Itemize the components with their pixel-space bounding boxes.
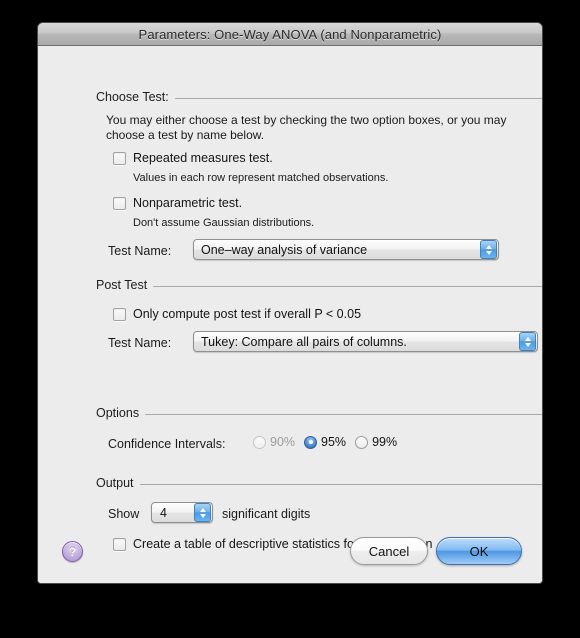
radio-90 xyxy=(253,435,266,449)
only-compute-post-test-checkbox[interactable] xyxy=(113,307,126,321)
dialog-footer: ? Cancel OK xyxy=(38,533,542,583)
confidence-intervals-radio-group[interactable]: 90% 95% 99% xyxy=(253,435,406,449)
repeated-measures-checkbox[interactable] xyxy=(113,151,126,165)
parameters-dialog-window: Parameters: One-Way ANOVA (and Nonparame… xyxy=(37,22,543,584)
cancel-button[interactable]: Cancel xyxy=(350,537,428,565)
dialog-content: Choose Test: You may either choose a tes… xyxy=(38,46,542,583)
repeated-measures-checkbox-row[interactable]: Repeated measures test. xyxy=(113,151,273,165)
repeated-measures-note: Values in each row represent matched obs… xyxy=(133,172,389,184)
radio-95[interactable] xyxy=(304,435,318,449)
significant-digits-stepper[interactable]: 4 xyxy=(151,502,213,523)
significant-digits-suffix: significant digits xyxy=(222,507,311,521)
post-test-divider xyxy=(153,285,542,287)
radio-99[interactable] xyxy=(355,435,369,449)
options-divider xyxy=(145,413,542,415)
show-digits-label: Show xyxy=(108,507,140,521)
choose-test-description: You may either choose a test by checking… xyxy=(106,113,507,142)
output-group-header: Output xyxy=(96,476,542,490)
confidence-intervals-label: Confidence Intervals: xyxy=(108,437,226,451)
post-test-name-value: Tukey: Compare all pairs of columns. xyxy=(201,334,407,349)
options-group-header: Options xyxy=(96,406,542,420)
nonparametric-note: Don't assume Gaussian distributions. xyxy=(133,217,315,229)
post-test-group-title: Post Test xyxy=(96,278,148,292)
confidence-interval-option-99[interactable]: 99% xyxy=(355,435,397,449)
choose-test-name-dropdown[interactable]: One–way analysis of variance xyxy=(193,239,499,260)
choose-test-divider xyxy=(174,97,542,99)
only-compute-post-test-checkbox-row[interactable]: Only compute post test if overall P < 0.… xyxy=(113,307,361,321)
only-compute-post-test-label: Only compute post test if overall P < 0.… xyxy=(133,307,362,321)
post-test-name-dropdown[interactable]: Tukey: Compare all pairs of columns. xyxy=(193,331,538,352)
radio-90-label: 90% xyxy=(270,435,296,449)
significant-digits-stepper-arrows-icon[interactable] xyxy=(194,503,211,522)
options-group-title: Options xyxy=(96,406,140,420)
post-test-name-label: Test Name: xyxy=(108,336,172,350)
choose-test-name-chevron-icon[interactable] xyxy=(480,240,497,259)
choose-test-group-header: Choose Test: xyxy=(96,90,542,104)
post-test-name-chevron-icon[interactable] xyxy=(519,332,536,351)
help-glyph: ? xyxy=(68,544,77,559)
confidence-interval-option-90: 90% xyxy=(253,435,295,449)
nonparametric-checkbox-row[interactable]: Nonparametric test. xyxy=(113,196,242,210)
choose-test-name-label: Test Name: xyxy=(108,244,172,258)
output-divider xyxy=(139,483,542,485)
window-title: Parameters: One-Way ANOVA (and Nonparame… xyxy=(138,26,442,42)
nonparametric-checkbox[interactable] xyxy=(113,196,126,210)
choose-test-name-value: One–way analysis of variance xyxy=(201,242,368,257)
help-icon[interactable]: ? xyxy=(62,541,83,562)
window-titlebar: Parameters: One-Way ANOVA (and Nonparame… xyxy=(38,23,542,46)
ok-button[interactable]: OK xyxy=(436,537,522,565)
radio-95-label: 95% xyxy=(321,435,347,449)
output-group-title: Output xyxy=(96,476,134,490)
post-test-group-header: Post Test xyxy=(96,278,542,292)
significant-digits-value[interactable]: 4 xyxy=(152,506,194,520)
confidence-interval-option-95[interactable]: 95% xyxy=(304,435,346,449)
repeated-measures-label: Repeated measures test. xyxy=(133,151,273,165)
nonparametric-label: Nonparametric test. xyxy=(133,196,243,210)
radio-99-label: 99% xyxy=(372,435,398,449)
choose-test-group-title: Choose Test: xyxy=(96,90,169,104)
